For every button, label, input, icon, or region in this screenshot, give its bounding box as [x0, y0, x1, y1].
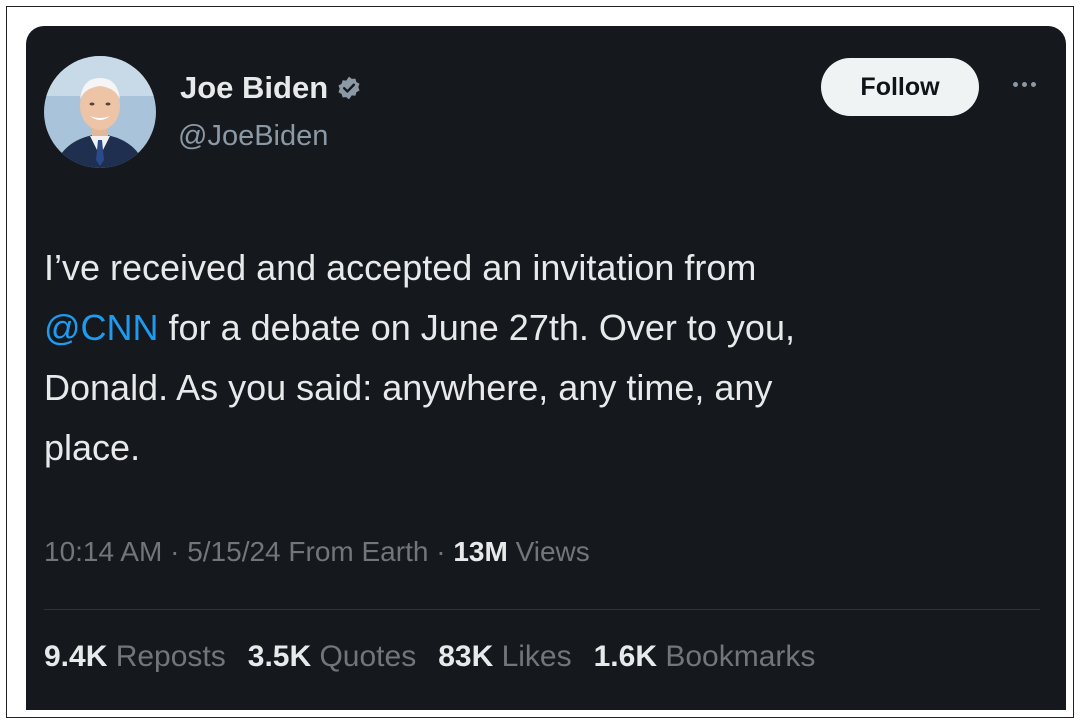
stat-value: 9.4K — [44, 640, 108, 673]
stat-value: 1.6K — [593, 640, 657, 673]
tweet-line: Donald. As you said: anywhere, any time,… — [44, 367, 773, 408]
tweet-line: place. — [44, 427, 141, 468]
tweet-line-text: for a debate on June 27th. Over to you, — [158, 307, 795, 348]
tweet-text: I’ve received and accepted an invitation… — [44, 238, 1004, 478]
tweet-date[interactable]: 5/15/24 — [187, 536, 280, 567]
mention-link[interactable]: @CNN — [44, 307, 159, 348]
more-dot — [1030, 81, 1036, 87]
stat-label: Quotes — [311, 640, 417, 673]
stat-value: 83K — [438, 640, 494, 673]
divider — [44, 609, 1040, 610]
author-name-row[interactable]: Joe Biden — [180, 70, 362, 106]
likes-stat[interactable]: 83K Likes — [438, 640, 571, 674]
tweet-card: Joe Biden @JoeBiden Follow I’ve received… — [26, 26, 1066, 710]
author-handle[interactable]: @JoeBiden — [178, 120, 328, 153]
avatar[interactable] — [44, 56, 156, 168]
tweet-meta: 10:14 AM · 5/15/24 From Earth · 13M View… — [44, 536, 590, 568]
meta-separator: · — [428, 536, 454, 567]
tweet-source: From Earth — [280, 536, 429, 567]
verified-badge-icon — [336, 75, 362, 101]
meta-separator: · — [162, 536, 188, 567]
engagement-stats: 9.4K Reposts 3.5K Quotes 83K Likes 1.6K … — [44, 640, 815, 674]
stat-label: Likes — [493, 640, 572, 673]
tweet-line: I’ve received and accepted an invitation… — [44, 247, 757, 288]
author-name[interactable]: Joe Biden — [180, 70, 328, 106]
views-label: Views — [507, 536, 590, 567]
stat-label: Reposts — [107, 640, 226, 673]
tweet-time[interactable]: 10:14 AM — [44, 536, 162, 567]
more-dot — [1021, 81, 1027, 87]
views-count: 13M — [453, 536, 508, 567]
stat-label: Bookmarks — [657, 640, 816, 673]
stat-value: 3.5K — [247, 640, 312, 673]
tweet-line: @CNN for a debate on June 27th. Over to … — [44, 298, 1004, 358]
bookmarks-stat[interactable]: 1.6K Bookmarks — [594, 640, 816, 674]
more-dot — [1012, 81, 1018, 87]
quotes-stat[interactable]: 3.5K Quotes — [248, 640, 416, 674]
reposts-stat[interactable]: 9.4K Reposts — [44, 640, 226, 674]
more-horizontal-icon[interactable] — [1002, 70, 1046, 98]
follow-button[interactable]: Follow — [821, 58, 979, 116]
